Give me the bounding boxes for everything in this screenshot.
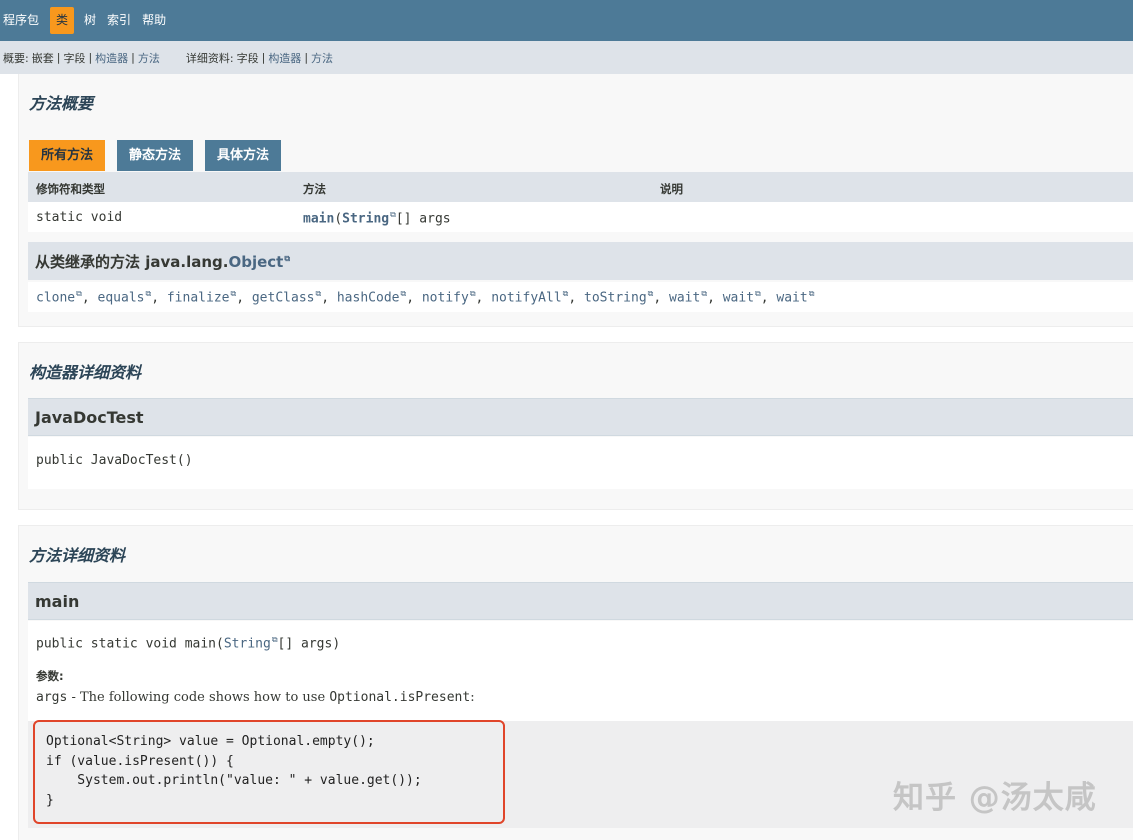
params-label: 参数: xyxy=(36,669,64,683)
nav-help[interactable]: 帮助 xyxy=(142,7,166,34)
inherited-method-link[interactable]: wait xyxy=(776,290,807,305)
method-name-header: main xyxy=(28,582,1133,620)
detail-prefix: 详细资料: xyxy=(185,51,234,65)
external-link-icon: ⧉ xyxy=(284,254,291,263)
constructor-detail-title: 构造器详细资料 xyxy=(29,363,142,382)
row-modifier: static void xyxy=(36,210,123,225)
signature-string-link[interactable]: String xyxy=(224,636,271,651)
detail-method-link[interactable]: 方法 xyxy=(311,50,333,66)
list-separator: , xyxy=(81,290,98,306)
summary-links: 概要: 嵌套 | 字段 | 构造器 | 方法 xyxy=(3,50,160,66)
list-separator: , xyxy=(653,290,670,306)
nav-class: 类 xyxy=(50,7,75,34)
watermark: 知乎 @汤太咸 xyxy=(893,780,1097,816)
sub-nav-bar: 概要: 嵌套 | 字段 | 构造器 | 方法 详细资料: 字段 | 构造器 | … xyxy=(0,41,1133,74)
table-row: static void main(String⧉[] args xyxy=(28,202,1133,232)
inherited-method-link[interactable]: toString xyxy=(584,290,647,305)
separator: | xyxy=(261,51,266,64)
inherited-method-link[interactable]: notifyAll xyxy=(491,290,561,305)
inherited-method-link[interactable]: equals xyxy=(98,290,145,305)
top-nav-bar: 程序包 类 树 索引 帮助 xyxy=(0,0,1133,41)
list-separator: , xyxy=(568,290,585,306)
tab-concrete-methods[interactable]: 具体方法 xyxy=(205,140,282,171)
detail-constructor-link[interactable]: 构造器 xyxy=(268,50,301,66)
list-separator: , xyxy=(406,290,422,306)
external-link-icon: ⧉ xyxy=(808,289,815,298)
constructor-signature-panel: public JavaDocTest() xyxy=(28,437,1133,489)
inherited-methods-list: clone⧉, equals⧉, finalize⧉, getClass⧉, h… xyxy=(28,282,1133,312)
signature-prefix: public static void main( xyxy=(36,636,224,652)
method-detail-title: 方法详细资料 xyxy=(29,546,126,565)
inherited-methods-header: 从类继承的方法 java.lang.Object⧉ xyxy=(28,242,1133,280)
list-separator: , xyxy=(151,290,167,306)
constructor-signature: public JavaDocTest() xyxy=(36,453,193,468)
inherited-methods-inner: clone⧉, equals⧉, finalize⧉, getClass⧉, h… xyxy=(36,289,814,305)
constructor-name: JavaDocTest xyxy=(35,408,144,427)
list-separator: , xyxy=(707,290,723,306)
detail-links: 详细资料: 字段 | 构造器 | 方法 xyxy=(186,50,333,66)
param-name: args xyxy=(36,690,68,705)
nav-index[interactable]: 索引 xyxy=(107,7,131,34)
signature-suffix: [] args) xyxy=(277,636,341,652)
list-separator: , xyxy=(321,290,337,306)
col-method: 方法 xyxy=(303,182,326,196)
separator: | xyxy=(304,51,309,64)
inherited-title-prefix: 从类继承的方法 java.lang. xyxy=(35,253,229,271)
method-main-link[interactable]: main xyxy=(303,211,334,226)
inherited-method-link[interactable]: wait xyxy=(723,290,754,305)
constructor-name-header: JavaDocTest xyxy=(28,398,1133,436)
separator: | xyxy=(56,51,61,64)
row-method: main(String⧉[] args xyxy=(303,210,451,227)
detail-field: 字段 xyxy=(236,51,259,65)
col-modifier-type: 修饰符和类型 xyxy=(36,182,105,196)
method-table-header: 修饰符和类型 方法 说明 xyxy=(28,172,1133,202)
param-desc-text: - The following code shows how to use xyxy=(67,690,330,705)
summary-prefix: 概要: xyxy=(3,51,29,65)
param-end: : xyxy=(470,690,475,705)
separator: | xyxy=(131,51,135,64)
inherited-method-link[interactable]: notify xyxy=(422,290,469,305)
inherited-method-link[interactable]: finalize xyxy=(167,290,230,305)
separator: | xyxy=(88,51,93,64)
summary-constructor-link[interactable]: 构造器 xyxy=(95,50,128,66)
nav-tree[interactable]: 树 xyxy=(84,7,96,34)
inherited-method-link[interactable]: clone xyxy=(36,290,75,305)
tab-static-methods[interactable]: 静态方法 xyxy=(117,140,194,171)
string-type-link[interactable]: String xyxy=(342,211,389,226)
summary-method-link[interactable]: 方法 xyxy=(138,50,160,66)
col-description: 说明 xyxy=(660,182,683,196)
inherited-method-link[interactable]: wait xyxy=(669,290,700,305)
summary-nested: 嵌套 xyxy=(31,51,54,65)
row-param-rest: [] args xyxy=(395,211,451,227)
nav-package[interactable]: 程序包 xyxy=(3,7,39,34)
code-highlight-box xyxy=(33,720,505,824)
list-separator: , xyxy=(236,290,252,306)
method-summary-title: 方法概要 xyxy=(29,94,94,113)
list-separator: , xyxy=(760,290,777,306)
tab-all-methods[interactable]: 所有方法 xyxy=(29,140,106,171)
object-class-link[interactable]: Object xyxy=(228,253,283,271)
inherited-method-link[interactable]: hashCode xyxy=(337,290,400,305)
method-name: main xyxy=(35,592,80,611)
inherited-method-link[interactable]: getClass xyxy=(252,290,315,305)
summary-field: 字段 xyxy=(63,51,86,65)
param-description: args - The following code shows how to u… xyxy=(36,690,475,705)
param-code: Optional.isPresent xyxy=(329,690,471,705)
list-separator: , xyxy=(475,290,492,306)
method-signature: public static void main(String⧉[] args) xyxy=(36,635,340,651)
